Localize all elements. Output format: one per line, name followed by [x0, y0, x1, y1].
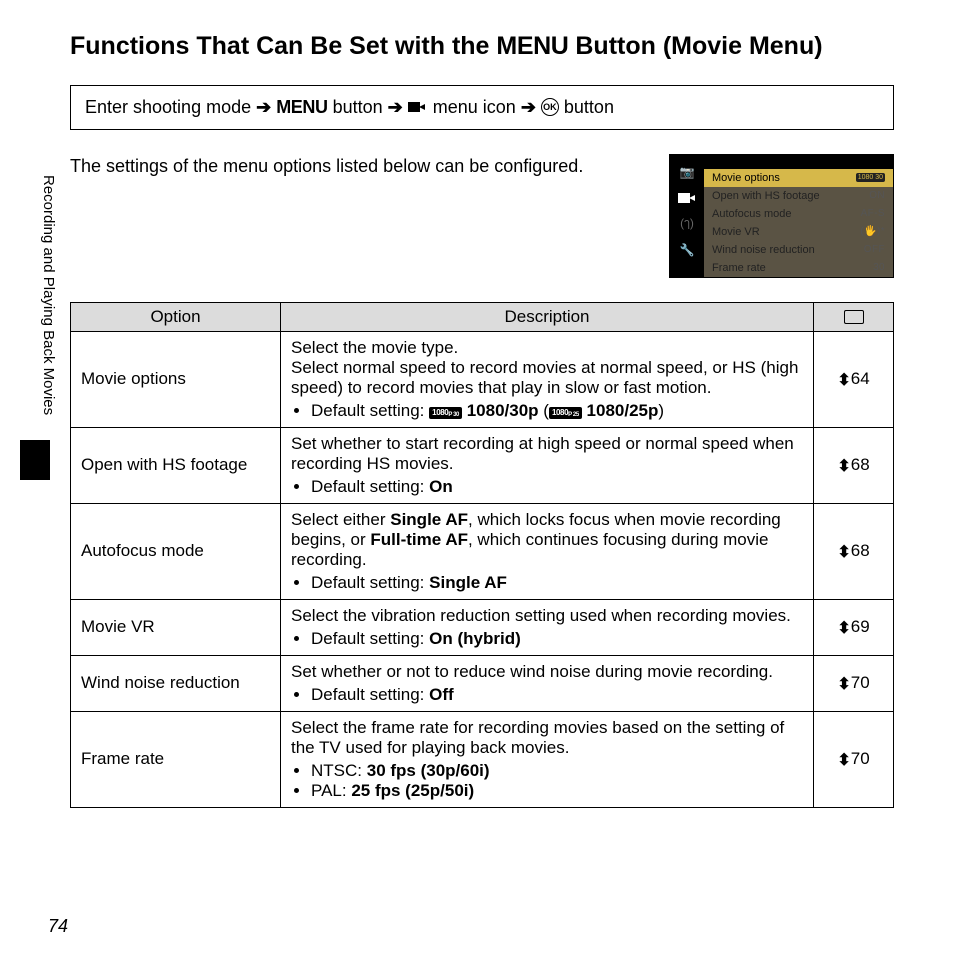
resolution-icon: 1080P 30 — [429, 407, 462, 419]
reference-icon: ⬍ — [837, 750, 850, 770]
movie-icon — [678, 191, 696, 205]
resolution-icon: 1080P 25 — [549, 407, 582, 419]
table-row: Movie VR Select the vibration reduction … — [71, 599, 894, 655]
intro-text: The settings of the menu options listed … — [70, 154, 649, 179]
reference-cell: ⬍68 — [814, 427, 894, 503]
arrow-icon: ➔ — [388, 97, 403, 118]
menu-preview-row: Autofocus modeAF-S — [704, 205, 893, 223]
table-row: Autofocus mode Select either Single AF, … — [71, 503, 894, 599]
camera-icon: 📷 — [678, 165, 696, 179]
options-table: Option Description Movie options Select … — [70, 302, 894, 808]
reference-icon: ⬍ — [837, 618, 850, 638]
option-cell: Open with HS footage — [71, 427, 281, 503]
reference-icon: ⬍ — [837, 456, 850, 476]
table-row: Movie options Select the movie type. Sel… — [71, 331, 894, 427]
reference-icon: ⬍ — [837, 674, 850, 694]
description-cell: Select the movie type. Select normal spe… — [281, 331, 814, 427]
col-header-reference — [814, 302, 894, 331]
reference-icon: ⬍ — [837, 542, 850, 562]
breadcrumb: Enter shooting mode ➔ MENU button ➔ menu… — [70, 85, 894, 130]
reference-cell: ⬍70 — [814, 655, 894, 711]
table-row: Frame rate Select the frame rate for rec… — [71, 711, 894, 807]
menu-preview-row: Movie options1080 30 — [704, 169, 893, 187]
setup-icon: 🔧 — [678, 243, 696, 257]
menu-preview-row: Wind noise reductionOFF — [704, 241, 893, 259]
page-number: 74 — [48, 916, 68, 937]
movie-icon — [408, 100, 428, 114]
menu-preview-row: Movie VR(🖐)* — [704, 223, 893, 241]
option-cell: Wind noise reduction — [71, 655, 281, 711]
reference-icon: ⬍ — [837, 370, 850, 390]
option-cell: Frame rate — [71, 711, 281, 807]
description-cell: Select the frame rate for recording movi… — [281, 711, 814, 807]
arrow-icon: ➔ — [256, 97, 271, 118]
breadcrumb-step-1: Enter shooting mode — [85, 97, 251, 118]
wireless-icon: (ๅ) — [678, 217, 696, 231]
reference-cell: ⬍70 — [814, 711, 894, 807]
col-header-option: Option — [71, 302, 281, 331]
breadcrumb-step-4b: button — [564, 97, 614, 118]
book-icon — [844, 310, 864, 324]
title-pre: Functions That Can Be Set with the — [70, 32, 496, 60]
ok-icon: OK — [541, 98, 559, 116]
breadcrumb-step-3b: menu icon — [433, 97, 516, 118]
arrow-icon: ➔ — [521, 97, 536, 118]
title-post: Button (Movie Menu) — [568, 32, 822, 60]
description-cell: Select the vibration reduction setting u… — [281, 599, 814, 655]
description-cell: Set whether to start recording at high s… — [281, 427, 814, 503]
option-cell: Autofocus mode — [71, 503, 281, 599]
table-row: Wind noise reduction Set whether or not … — [71, 655, 894, 711]
table-row: Open with HS footage Set whether to star… — [71, 427, 894, 503]
page-title: Functions That Can Be Set with the MENU … — [70, 30, 894, 63]
menu-glyph: MENU — [496, 32, 568, 60]
option-cell: Movie VR — [71, 599, 281, 655]
breadcrumb-menu-glyph: MENU — [276, 97, 327, 118]
breadcrumb-step-2b: button — [333, 97, 383, 118]
menu-preview-screen: 📷 (ๅ) 🔧 Movie options1080 30 Open with H… — [669, 154, 894, 278]
reference-cell: ⬍64 — [814, 331, 894, 427]
menu-preview-row: Open with HS footageON — [704, 187, 893, 205]
description-cell: Select either Single AF, which locks foc… — [281, 503, 814, 599]
menu-preview-row: Frame rate30 — [704, 259, 893, 277]
reference-cell: ⬍68 — [814, 503, 894, 599]
reference-cell: ⬍69 — [814, 599, 894, 655]
description-cell: Set whether or not to reduce wind noise … — [281, 655, 814, 711]
col-header-description: Description — [281, 302, 814, 331]
option-cell: Movie options — [71, 331, 281, 427]
